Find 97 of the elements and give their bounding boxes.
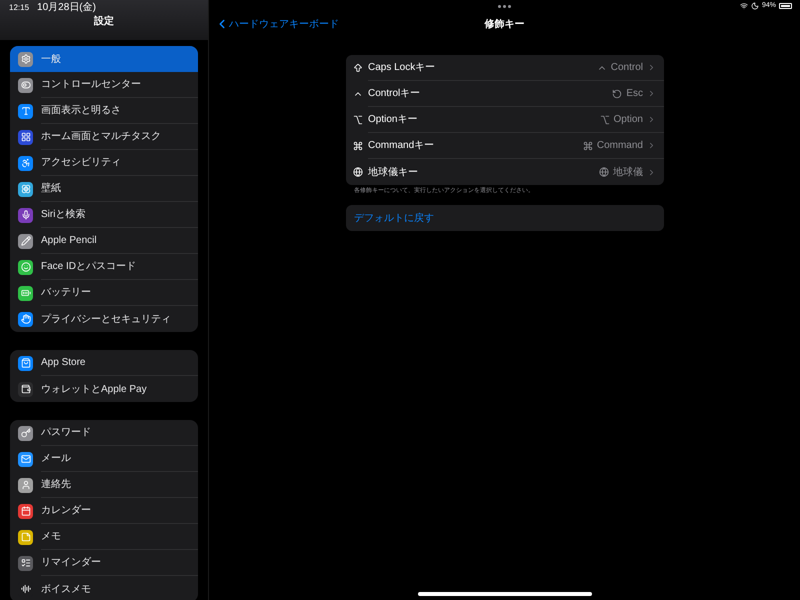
modifier-key-row[interactable]: Commandキー Command	[346, 133, 664, 159]
command-key-icon	[353, 141, 363, 151]
hand-icon	[18, 312, 33, 326]
status-time: 12:15	[9, 2, 30, 14]
sidebar-item-label: バッテリー	[41, 286, 91, 300]
sidebar-item-label: リマインダー	[41, 556, 101, 570]
face-icon	[18, 260, 33, 274]
sidebar-item-label: パスワード	[41, 426, 91, 440]
sidebar-item[interactable]: Apple Pencil	[10, 228, 198, 254]
option-key-icon	[600, 114, 610, 124]
modifier-key-label: Commandキー	[368, 139, 436, 153]
sidebar-item-label: 壁紙	[41, 182, 61, 196]
sidebar-item-label: アクセシビリティ	[41, 156, 121, 170]
chevron-icon	[647, 168, 656, 176]
modifier-key-value: Command	[596, 139, 643, 153]
sidebar-item-label: メモ	[41, 530, 61, 544]
sidebar-item[interactable]: Face IDとパスコード	[10, 254, 198, 280]
back-button[interactable]: ハードウェアキーボード	[209, 16, 339, 32]
modifier-key-value: Esc	[626, 87, 643, 101]
text-size-icon	[18, 104, 33, 118]
calendar-icon	[18, 504, 33, 518]
reset-default-button[interactable]: デフォルトに戻す	[346, 205, 664, 231]
sidebar-item[interactable]: コントロールセンター	[10, 72, 198, 98]
wifi-icon	[740, 2, 748, 10]
sidebar-item-label: 画面表示と明るさ	[41, 104, 121, 118]
contact-icon	[18, 478, 33, 492]
option-key-icon	[353, 115, 363, 125]
sidebar-item[interactable]: バッテリー	[10, 280, 198, 306]
modifier-key-label: Optionキー	[368, 113, 418, 127]
moon-icon	[750, 2, 759, 10]
sidebar-item[interactable]: パスワード	[10, 420, 198, 446]
sidebar-item[interactable]: ホーム画面とマルチタスク	[10, 124, 198, 150]
modifier-key-row[interactable]: Controlキー Esc	[346, 81, 664, 107]
sidebar-item[interactable]: Siriと検索	[10, 202, 198, 228]
chevron-icon	[647, 89, 656, 98]
command-key-icon	[582, 140, 593, 150]
chevron-icon	[647, 141, 656, 150]
mail-icon	[18, 452, 33, 466]
globe-icon	[599, 167, 609, 177]
sidebar-item[interactable]: App Store	[10, 350, 198, 376]
sidebar-item-label: 連絡先	[41, 478, 71, 492]
sidebar-item-label: ボイスメモ	[41, 582, 91, 596]
grid-icon	[18, 130, 33, 144]
accessibility-icon	[18, 156, 33, 170]
sidebar-item[interactable]: リマインダー	[10, 550, 198, 576]
sidebar-item-label: Face IDとパスコード	[41, 260, 136, 274]
sidebar-item-label: 一般	[41, 52, 61, 66]
modifier-key-row[interactable]: 地球儀キー 地球儀	[346, 159, 664, 185]
sidebar-item-label: Apple Pencil	[41, 234, 97, 248]
sidebar-item-label: メール	[41, 452, 71, 466]
sidebar-item-label: ウォレットとApple Pay	[41, 382, 147, 396]
modifier-key-label: 地球儀キー	[368, 166, 419, 180]
escape-icon	[612, 88, 622, 98]
sidebar-item[interactable]: 一般	[10, 46, 198, 72]
sidebar-item[interactable]: アクセシビリティ	[10, 150, 198, 176]
battery-status-icon	[779, 3, 792, 9]
modifier-key-label: Controlキー	[368, 87, 422, 101]
battery-icon	[18, 286, 33, 300]
note-icon	[18, 530, 33, 544]
sidebar-item[interactable]: メール	[10, 446, 198, 472]
sidebar-item[interactable]: メモ	[10, 524, 198, 550]
chevron-icon	[647, 115, 656, 124]
pencil-icon	[18, 234, 33, 248]
sidebar-item[interactable]: 連絡先	[10, 472, 198, 498]
flower-icon	[18, 182, 33, 196]
gear-icon	[18, 52, 33, 66]
page-title: 修飾キー	[484, 18, 524, 32]
modifier-key-row[interactable]: Optionキー Option	[346, 107, 664, 133]
toggle-icon	[18, 78, 33, 92]
sidebar-title: 設定	[94, 14, 114, 29]
chevron-icon	[647, 63, 656, 72]
sidebar-item-label: プライバシーとセキュリティ	[41, 312, 171, 326]
key-icon	[18, 426, 33, 440]
sidebar-item[interactable]: プライバシーとセキュリティ	[10, 306, 198, 332]
modifier-key-value: Option	[614, 113, 643, 127]
modifier-key-value: Control	[610, 61, 643, 75]
modifier-key-value: 地球儀	[613, 166, 643, 180]
sidebar-item-label: ホーム画面とマルチタスク	[41, 130, 161, 144]
sidebar-item-label: カレンダー	[41, 504, 91, 518]
globe-icon	[353, 167, 363, 177]
sidebar-item[interactable]: ボイスメモ	[10, 576, 198, 600]
sidebar-item[interactable]: カレンダー	[10, 498, 198, 524]
sidebar-item-label: Siriと検索	[41, 208, 86, 222]
sidebar-item[interactable]: 壁紙	[10, 176, 198, 202]
sidebar-item-label: コントロールセンター	[41, 78, 141, 92]
microphone-icon	[18, 208, 33, 222]
wallet-icon	[18, 382, 33, 396]
sidebar-item[interactable]: 画面表示と明るさ	[10, 98, 198, 124]
list-icon	[18, 556, 33, 570]
multitask-dots-icon[interactable]	[498, 4, 511, 8]
sidebar-item-label: App Store	[41, 356, 86, 370]
modifier-key-row[interactable]: Caps Lockキー Control	[346, 55, 664, 81]
sidebar-item[interactable]: ウォレットとApple Pay	[10, 376, 198, 402]
shift-arrow-icon	[353, 63, 363, 73]
app-store-icon	[18, 356, 33, 370]
modifier-key-label: Caps Lockキー	[368, 61, 436, 75]
status-date: 10月28日(金)	[37, 1, 96, 15]
